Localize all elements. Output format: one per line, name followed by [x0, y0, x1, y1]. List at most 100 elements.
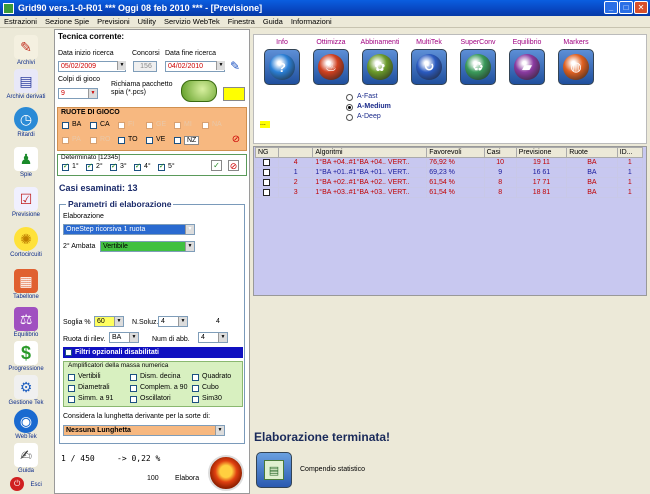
sidebar-item-spie[interactable]: ♟ Spie	[0, 147, 52, 178]
ruota-checkbox-pa[interactable]	[62, 137, 69, 144]
menu-estrazioni[interactable]: Estrazioni	[0, 17, 41, 26]
data-fine-dropdown[interactable]: ▼	[214, 61, 225, 72]
menu-finestra[interactable]: Finestra	[224, 17, 259, 26]
determinato-checkbox-5[interactable]	[158, 162, 165, 171]
maximize-button[interactable]: □	[619, 1, 633, 14]
ruota-checkbox-nz[interactable]	[174, 137, 181, 144]
pen-icon[interactable]: ✎	[230, 59, 240, 73]
ruota-checkbox-to[interactable]	[118, 137, 125, 144]
amplificatore-checkbox-1[interactable]	[68, 374, 75, 381]
mode-radio-a-fast[interactable]	[346, 94, 353, 101]
tool-button-superconv[interactable]: ♻	[460, 49, 496, 85]
sidebar-item-guida[interactable]: ✍ Guida	[0, 443, 52, 474]
compendio-button[interactable]: ▤	[256, 452, 292, 488]
ruota-checkbox-ge[interactable]	[146, 122, 153, 129]
table-row[interactable]: 2 1°BA +02..#1°BA +02.. VERT.. 61,54 % 8 17 …	[255, 177, 644, 188]
close-button[interactable]: ✕	[634, 1, 648, 14]
col-casi[interactable]: Casi	[483, 147, 517, 158]
colpi-select[interactable]: 9 ▼	[58, 88, 98, 99]
sidebar-item-previsione[interactable]: ☑ Previsione	[0, 187, 52, 218]
tool-button-multitek[interactable]: ↻	[411, 49, 447, 85]
menu-previsioni[interactable]: Previsioni	[93, 17, 134, 26]
col-previsione[interactable]: Previsione	[515, 147, 568, 158]
sidebar-item-gestione-tek[interactable]: ⚙ Gestione Tek	[0, 375, 52, 406]
ruota-checkbox-fi[interactable]	[118, 122, 125, 129]
filtri-bar[interactable]: Filtri opzionali disabilitati	[63, 347, 243, 358]
mode-radio-a-medium[interactable]	[346, 104, 353, 111]
sidebar-item-webtek[interactable]: ◉ WebTek	[0, 409, 52, 440]
tool-button-equilibrio[interactable]: ▰	[509, 49, 545, 85]
ruota-checkbox-mi[interactable]	[174, 122, 181, 129]
sidebar-item-archivi[interactable]: ✎ Archivi	[0, 35, 52, 66]
menu-servizio-webtek[interactable]: Servizio WebTek	[160, 17, 224, 26]
col-id[interactable]: ID...	[616, 147, 644, 158]
chevron-down-icon: ▼	[117, 61, 126, 70]
elabora-label: Elabora	[175, 475, 200, 482]
amplificatore-checkbox-3[interactable]	[68, 396, 75, 403]
parametri-group: Parametri di elaborazione Elaborazione O…	[59, 199, 245, 444]
amplificatore-checkbox-8[interactable]	[192, 385, 199, 392]
col-ruote[interactable]: Ruote	[566, 147, 618, 158]
sidebar-item-esci[interactable]: ⏻ Esci	[0, 477, 52, 491]
elabora-button[interactable]	[208, 455, 244, 491]
amplificatore-checkbox-7[interactable]	[192, 374, 199, 381]
row-checkbox[interactable]	[255, 167, 279, 178]
amplificatore-checkbox-6[interactable]	[130, 396, 137, 403]
col-algoritmi[interactable]: Algoritmi	[312, 147, 428, 158]
col-ng[interactable]: NG	[255, 147, 279, 158]
flashlight-icon[interactable]	[181, 80, 217, 102]
table-row[interactable]: 1 1°BA +01..#1°BA +01.. VERT.. 69,23 % 9 16 …	[255, 167, 644, 178]
menu-guida[interactable]: Guida	[259, 17, 287, 26]
sidebar-item-cortocircuiti[interactable]: ✺ Cortocircuiti	[0, 227, 52, 258]
check-all-button[interactable]: ✓	[211, 160, 222, 171]
table-row[interactable]: 3 1°BA +03..#1°BA +03.. VERT.. 61,54 % 8 18 …	[255, 187, 644, 198]
amplificatore-checkbox-9[interactable]	[192, 396, 199, 403]
minimize-button[interactable]: _	[604, 1, 618, 14]
amplificatore-checkbox-2[interactable]	[68, 385, 75, 392]
amplificatore-checkbox-4[interactable]	[130, 374, 137, 381]
table-row[interactable]: 4 1°BA +04..#1°BA +04.. VERT.. 76,92 % 10 19…	[255, 157, 644, 168]
sidebar-item-equilibrio[interactable]: ⚖ Equilibrio	[0, 307, 52, 338]
filtri-checkbox[interactable]	[65, 349, 72, 356]
ambata-select[interactable]: Vertibile ▼	[100, 241, 195, 252]
determinato-checkbox-1[interactable]	[62, 162, 69, 171]
row-checkbox[interactable]	[255, 187, 279, 198]
nsoluz-select[interactable]: 4 ▼	[158, 316, 188, 327]
determinato-checkbox-4[interactable]	[134, 162, 141, 171]
ruote-clear-icon[interactable]: ⊘	[230, 134, 242, 146]
menu-informazioni[interactable]: Informazioni	[287, 17, 336, 26]
mode-radio-a-deep[interactable]	[346, 114, 353, 121]
data-inizio-dropdown[interactable]: ▼	[115, 61, 126, 72]
sidebar-item-archivi-derivati[interactable]: ▤ Archivi derivati	[0, 69, 52, 100]
row-checkbox[interactable]	[255, 177, 279, 188]
ruota-checkbox-ba[interactable]	[62, 122, 69, 129]
table-cell: 1°BA +02..#1°BA +02.. VERT..	[312, 177, 428, 188]
ruota-checkbox-ve[interactable]	[146, 137, 153, 144]
menu-utility[interactable]: Utility	[134, 17, 160, 26]
menu-sezione-spie[interactable]: Sezione Spie	[41, 17, 93, 26]
determinato-checkbox-2[interactable]	[86, 162, 93, 171]
ruota-checkbox-ca[interactable]	[90, 122, 97, 129]
row-checkbox[interactable]	[255, 157, 279, 168]
tool-button-info[interactable]: ?	[264, 49, 300, 85]
sidebar-item-progressione[interactable]: $ Progressione	[0, 341, 52, 372]
num-abb-select[interactable]: 4 ▼	[198, 332, 228, 343]
col-favorevoli[interactable]: Favorevoli	[426, 147, 485, 158]
determinato-label-2: 2°	[96, 163, 103, 170]
elaborazione-select[interactable]: OneStep ricorsiva 1 ruota ▼	[63, 224, 195, 235]
clear-button[interactable]: ⊘	[228, 160, 239, 171]
sidebar-item-ritardi[interactable]: ◷ Ritardi	[0, 107, 52, 138]
sidebar-item-tabellone[interactable]: ▦ Tabellone	[0, 269, 52, 300]
ruota-checkbox-na[interactable]	[202, 122, 209, 129]
determinato-checkbox-3[interactable]	[110, 162, 117, 171]
determinato-title: Determinato [12345]	[61, 154, 120, 161]
ruota-rilev-select[interactable]: BA ▼	[109, 332, 139, 343]
ruota-checkbox-ro[interactable]	[90, 137, 97, 144]
lunghezza-select[interactable]: Nessuna Lunghetta ▼	[63, 425, 225, 436]
tool-button-markers[interactable]: ◍	[558, 49, 594, 85]
tool-button-ottimizza[interactable]: ♨	[313, 49, 349, 85]
amplificatore-checkbox-5[interactable]	[130, 385, 137, 392]
col-sort[interactable]	[277, 147, 314, 158]
tool-button-abbinamenti[interactable]: ✿	[362, 49, 398, 85]
soglia-select[interactable]: 60 ▼	[94, 316, 124, 327]
